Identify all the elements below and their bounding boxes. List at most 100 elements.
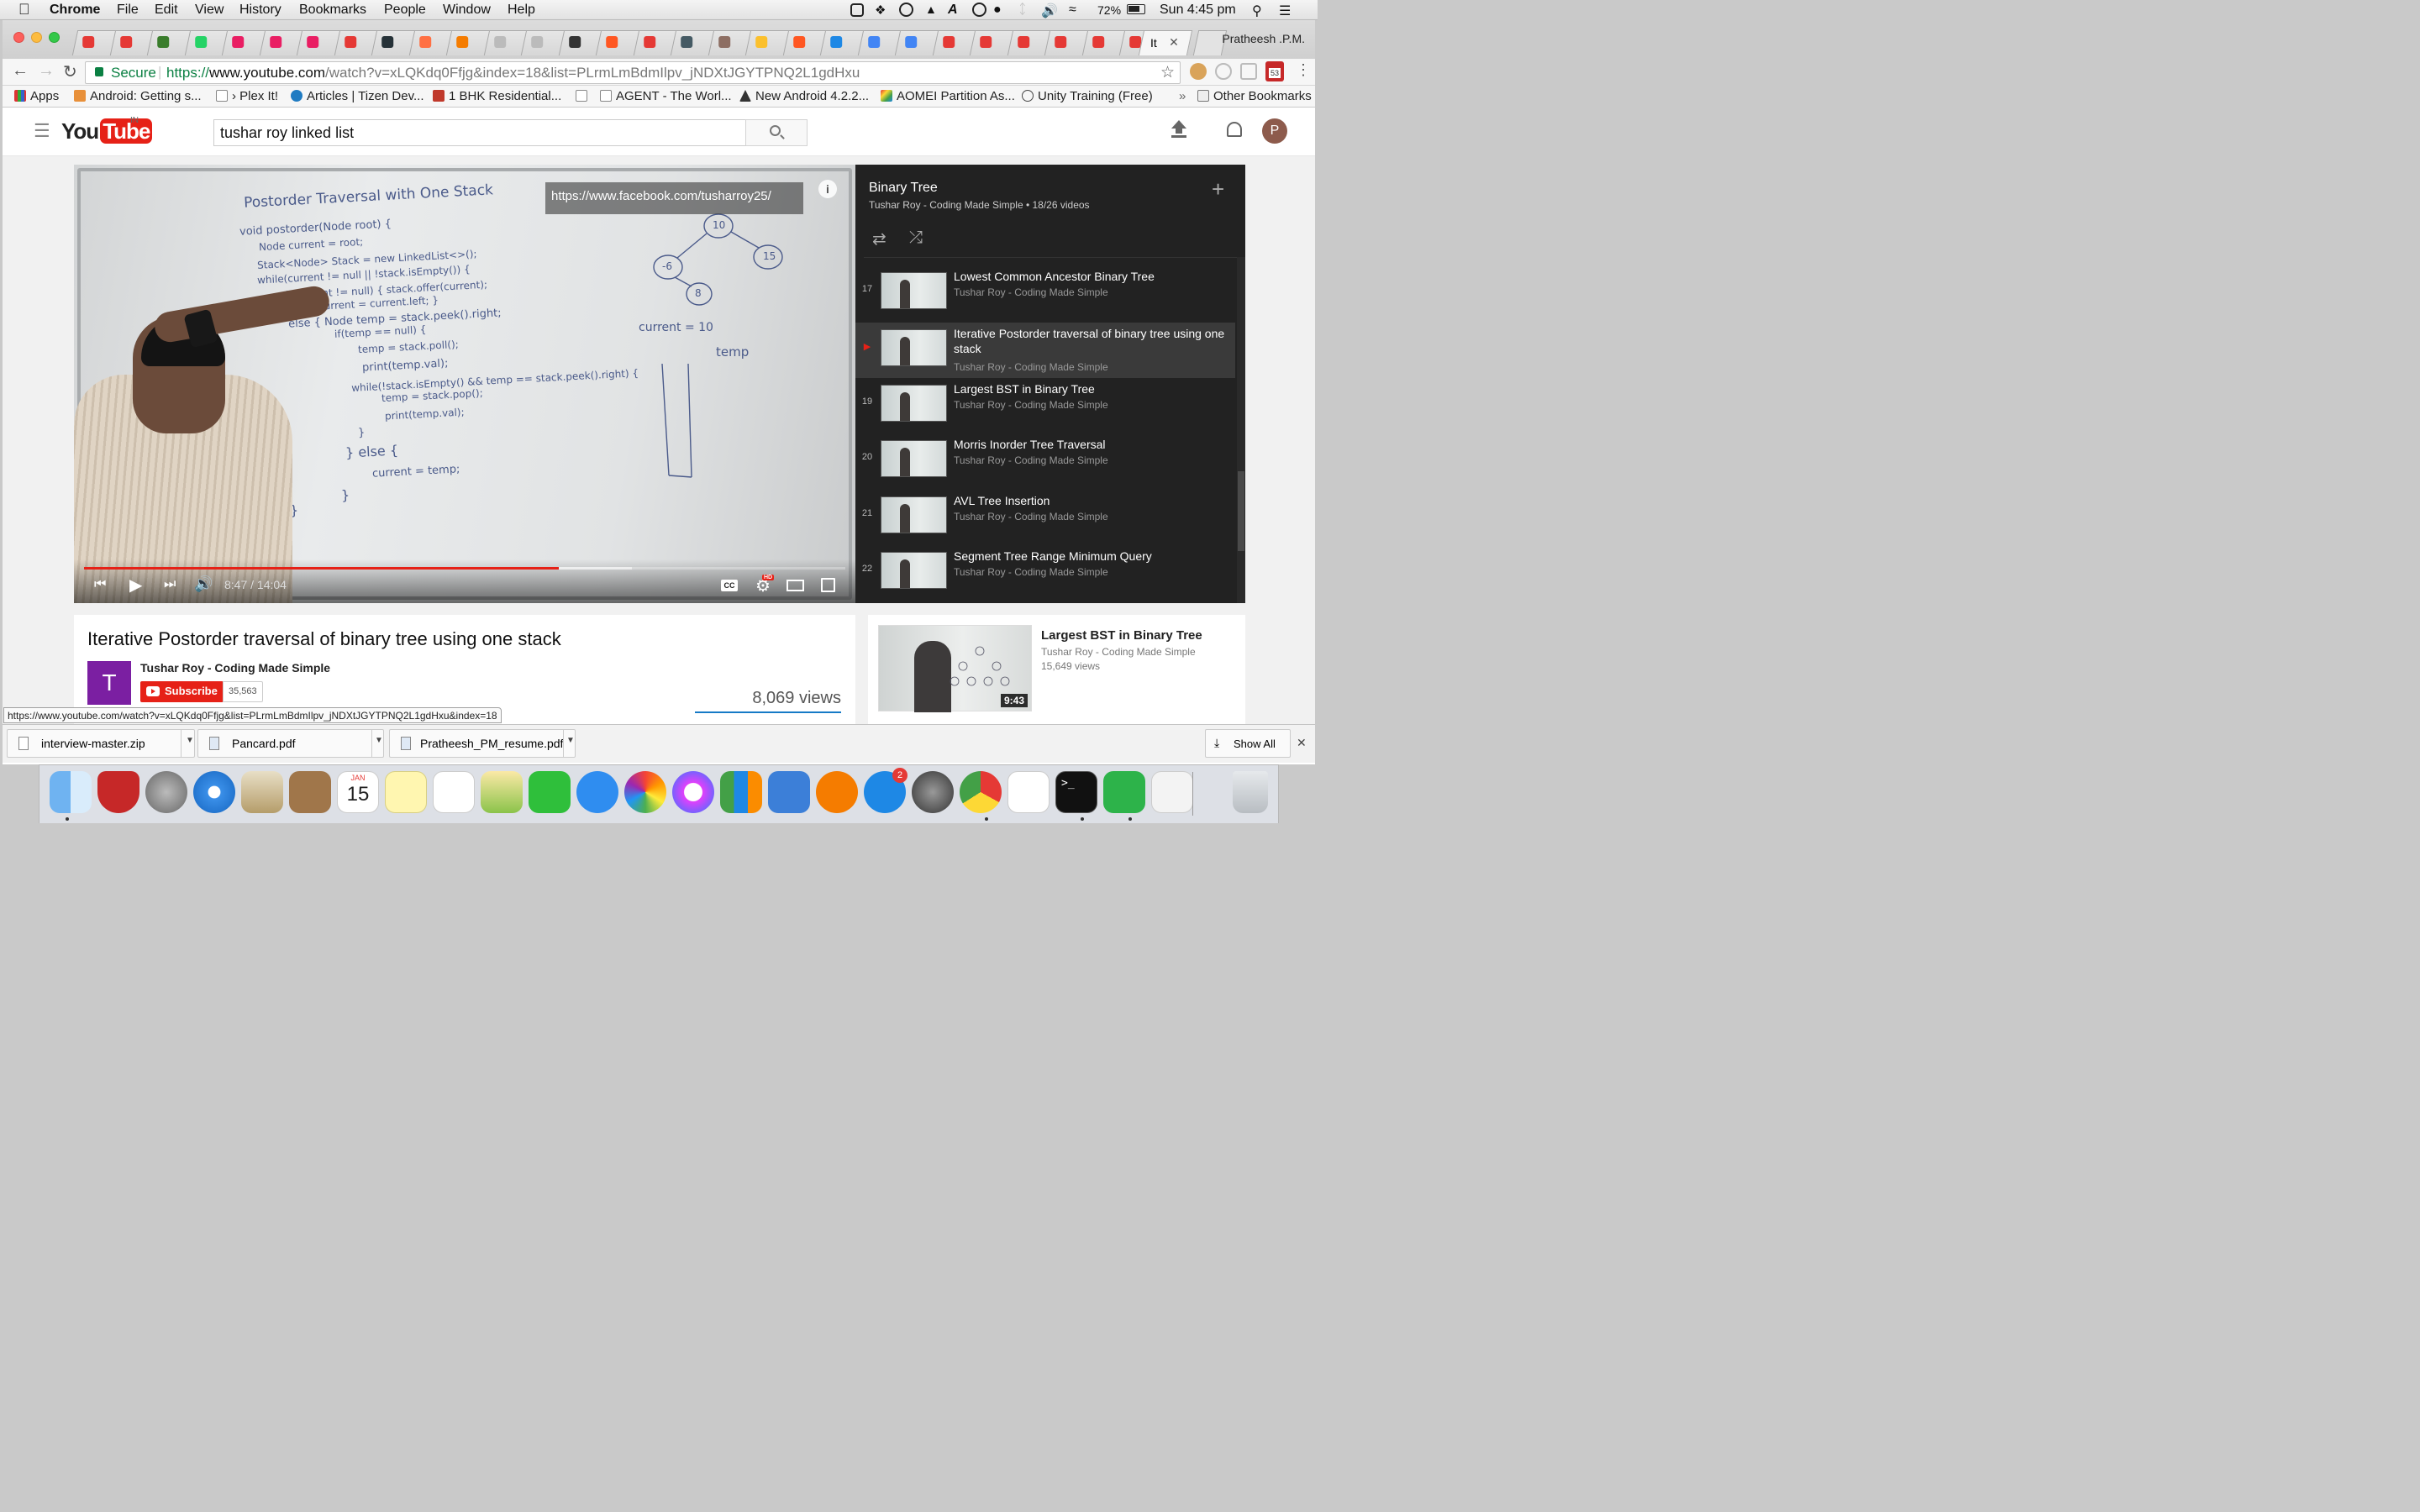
volume-icon[interactable]: 🔊 xyxy=(194,575,213,593)
apple-menu-icon[interactable]:  xyxy=(18,1,30,18)
channel-avatar[interactable]: T xyxy=(87,661,131,705)
download-menu-chevron-icon[interactable]: ▼ xyxy=(375,736,383,745)
bookmark-android-422[interactable]: New Android 4.2.2... xyxy=(739,89,869,103)
launchpad-icon[interactable] xyxy=(145,771,187,813)
facetime-icon[interactable] xyxy=(529,771,571,813)
playlist-item-thumbnail[interactable] xyxy=(881,329,947,366)
info-icon[interactable]: i xyxy=(818,180,837,198)
playlist-item-current[interactable]: ▶ Iterative Postorder traversal of binary… xyxy=(855,323,1235,378)
playlist-scrollbar-thumb[interactable] xyxy=(1238,471,1244,551)
forward-icon[interactable]: → xyxy=(38,61,55,81)
shield-status-icon[interactable] xyxy=(850,3,864,17)
close-downloads-icon[interactable]: ✕ xyxy=(1297,736,1307,750)
related-video-thumbnail[interactable]: 9:43 xyxy=(878,625,1032,712)
download-item[interactable]: interview-master.zip ▼ xyxy=(7,729,195,758)
dropbox-icon[interactable]: ❖ xyxy=(875,3,886,18)
menu-people[interactable]: People xyxy=(384,3,426,18)
tab-active[interactable]: It ✕ xyxy=(1138,30,1193,55)
notifications-bell-icon[interactable] xyxy=(1227,122,1242,137)
download-item[interactable]: Pratheesh_PM_resume.pdf ▼ xyxy=(389,729,576,758)
ibooks-icon[interactable] xyxy=(816,771,858,813)
play-icon[interactable]: ▶ xyxy=(129,575,142,596)
evernote-status-icon[interactable]: ● xyxy=(993,3,1002,18)
subscribe-button[interactable]: Subscribe xyxy=(140,681,224,702)
trash-icon[interactable] xyxy=(1233,771,1268,813)
calendar-extension-icon[interactable]: 53 xyxy=(1265,61,1284,81)
playlist-scrollbar[interactable] xyxy=(1237,257,1245,603)
back-icon[interactable]: ← xyxy=(12,61,29,81)
close-tab-icon[interactable]: ✕ xyxy=(1169,35,1179,50)
extension-grid-icon[interactable] xyxy=(1240,63,1257,80)
related-title[interactable]: Largest BST in Binary Tree xyxy=(1041,628,1202,643)
notification-center-icon[interactable]: ☰ xyxy=(1279,3,1291,19)
menu-bookmarks[interactable]: Bookmarks xyxy=(299,3,366,18)
terminal-icon[interactable]: >_ xyxy=(1055,771,1097,813)
playlist-item[interactable]: 19 Largest BST in Binary Tree Tushar Roy -… xyxy=(855,378,1235,433)
wifi-icon[interactable]: ≈ xyxy=(1069,3,1076,18)
photos-icon[interactable] xyxy=(624,771,666,813)
menu-edit[interactable]: Edit xyxy=(155,3,178,18)
menu-window[interactable]: Window xyxy=(443,3,491,18)
chrome-menu-icon[interactable]: ⋮ xyxy=(1296,61,1311,79)
related-video[interactable]: 9:43 Largest BST in Binary Tree Tushar R… xyxy=(868,615,1245,725)
menu-file[interactable]: File xyxy=(117,3,139,18)
numbers-icon[interactable] xyxy=(720,771,762,813)
upload-status-icon[interactable] xyxy=(899,3,913,17)
next-video-icon[interactable]: ⏭ xyxy=(164,577,176,592)
textedit-icon[interactable] xyxy=(1151,771,1193,813)
save-playlist-plus-icon[interactable]: + xyxy=(1212,176,1224,202)
loop-playlist-icon[interactable]: ⇄ xyxy=(872,228,886,249)
volume-icon[interactable]: 🔊 xyxy=(1041,3,1058,19)
bookmark-android[interactable]: Android: Getting s... xyxy=(74,89,202,103)
shuffle-playlist-icon[interactable]: ⤮ xyxy=(909,228,923,248)
minimize-window-button[interactable] xyxy=(31,32,42,43)
previous-video-icon[interactable]: ⏮ xyxy=(94,577,106,592)
spotlight-icon[interactable]: ⚲ xyxy=(1252,3,1262,19)
progress-bar[interactable] xyxy=(84,567,845,570)
download-menu-chevron-icon[interactable]: ▼ xyxy=(566,736,575,745)
playlist-item-thumbnail[interactable] xyxy=(881,496,947,533)
sync-status-icon[interactable] xyxy=(972,3,986,17)
google-drive-icon[interactable]: ▲ xyxy=(925,3,937,16)
bookmark-other[interactable]: Other Bookmarks xyxy=(1197,89,1312,103)
menu-history[interactable]: History xyxy=(239,3,281,18)
playlist-item[interactable]: 22 Segment Tree Range Minimum Query Tushar… xyxy=(855,545,1235,601)
download-menu-chevron-icon[interactable]: ▼ xyxy=(186,736,194,745)
pages-icon[interactable] xyxy=(1007,771,1050,813)
menu-view[interactable]: View xyxy=(195,3,224,18)
bluetooth-icon[interactable]: ᛨ xyxy=(1018,3,1027,18)
reload-icon[interactable]: ↻ xyxy=(63,61,77,82)
bookmark-unity[interactable]: Unity Training (Free) xyxy=(1022,89,1153,103)
search-input[interactable]: tushar roy linked list xyxy=(213,119,746,146)
calendar-icon[interactable]: JAN 15 xyxy=(337,771,379,813)
theater-mode-icon[interactable] xyxy=(786,580,804,591)
video-player[interactable]: Postorder Traversal with One Stack void p… xyxy=(74,165,855,603)
app-menu-chrome[interactable]: Chrome xyxy=(50,3,100,18)
notes-icon[interactable] xyxy=(385,771,427,813)
bookmark-plex[interactable]: › Plex It! xyxy=(216,89,278,103)
extension-circle-icon[interactable] xyxy=(1215,63,1232,80)
playlist-item-thumbnail[interactable] xyxy=(881,552,947,589)
keynote-icon[interactable] xyxy=(768,771,810,813)
cookie-extension-icon[interactable] xyxy=(1190,63,1207,80)
bookmark-star-icon[interactable]: ☆ xyxy=(1160,63,1175,82)
overlay-link-card[interactable]: https://www.facebook.com/tusharroy25/ xyxy=(545,182,803,214)
bookmark-aomei[interactable]: AOMEI Partition As... xyxy=(881,89,1015,103)
finder-icon[interactable] xyxy=(50,771,92,813)
playlist-item-thumbnail[interactable] xyxy=(881,385,947,422)
show-all-downloads-button[interactable]: ⤓ Show All xyxy=(1205,729,1291,758)
battery-icon[interactable] xyxy=(1127,4,1145,14)
maps-icon[interactable] xyxy=(481,771,523,813)
bookmark-apps[interactable]: Apps xyxy=(14,89,59,103)
security-app-icon[interactable] xyxy=(97,771,139,813)
contacts-icon[interactable] xyxy=(289,771,331,813)
playlist-item-thumbnail[interactable] xyxy=(881,272,947,309)
channel-name[interactable]: Tushar Roy - Coding Made Simple xyxy=(140,661,330,675)
menubar-clock[interactable]: Sun 4:45 pm xyxy=(1160,3,1236,18)
account-avatar[interactable]: P xyxy=(1262,118,1287,144)
upload-icon[interactable] xyxy=(1171,120,1186,139)
mail-stamp-icon[interactable] xyxy=(241,771,283,813)
adobe-icon[interactable]: A xyxy=(948,3,958,18)
bookmark-agent[interactable]: AGENT - The Worl... xyxy=(600,89,732,103)
messages-icon[interactable] xyxy=(576,771,618,813)
